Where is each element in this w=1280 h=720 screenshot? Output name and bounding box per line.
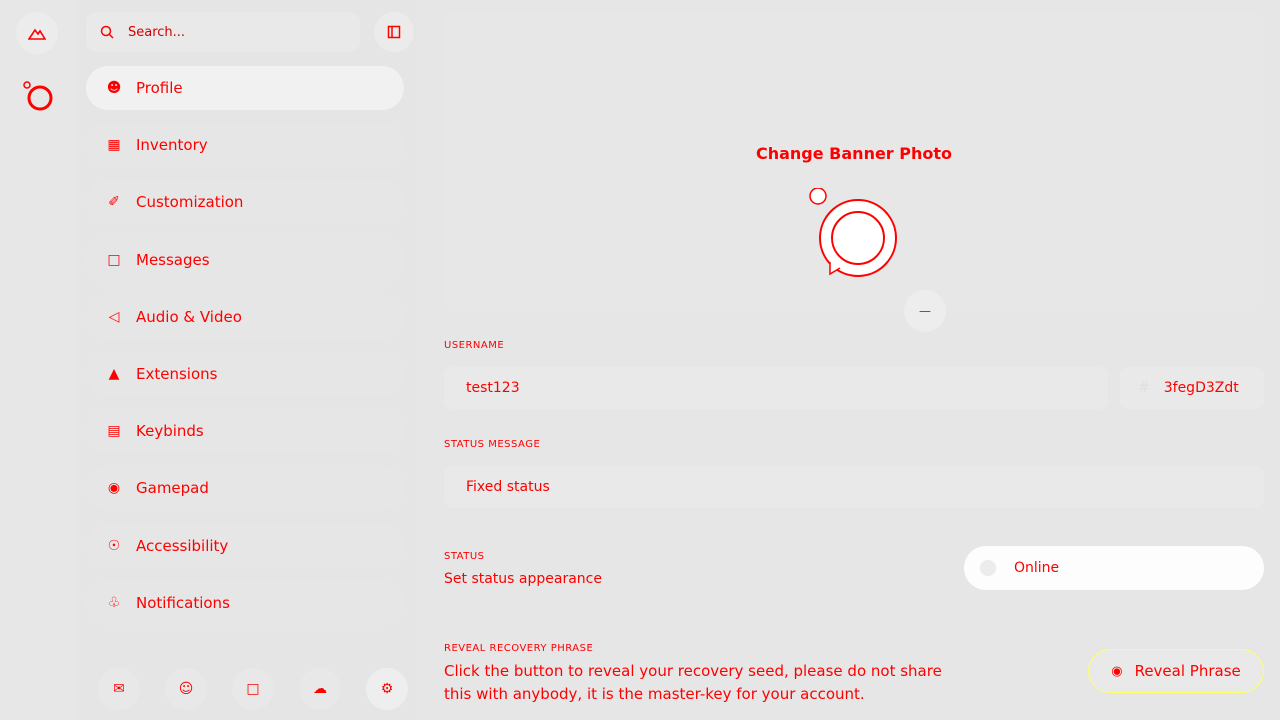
status-label: STATUS	[444, 551, 485, 562]
status-select[interactable]: Online	[964, 546, 1264, 590]
friends-button[interactable]: ☺	[165, 668, 207, 710]
users-icon: ☺	[178, 681, 194, 697]
sidebar-item-label: Messages	[136, 250, 210, 269]
sidebar-item-label: Accessibility	[136, 536, 229, 555]
paintbrush-icon: ✐	[108, 194, 120, 211]
keyboard-icon: ▤	[107, 423, 121, 440]
discriminator-field-wrap[interactable]: # 3fegD3Zdt	[1120, 367, 1264, 409]
reveal-phrase-button[interactable]: ◉ Reveal Phrase	[1088, 649, 1264, 693]
discriminator-value: 3fegD3Zdt	[1163, 380, 1239, 396]
mail-icon: ✉	[113, 681, 125, 697]
search-icon	[100, 25, 114, 39]
chat-button[interactable]: □	[232, 668, 274, 710]
sidebar-item-label: Gamepad	[136, 479, 209, 498]
sidebar-item-label: Keybinds	[136, 422, 204, 441]
username-field[interactable]	[464, 379, 1108, 397]
sidebar-footer: ✉ ☺ □ ☁ ⚙	[98, 668, 408, 710]
status-message-field-wrap[interactable]	[444, 466, 1264, 508]
sidebar-item-label: Customization	[136, 193, 244, 212]
profile-panel: Change Banner Photo — USERNAME # 3fegD3Z…	[416, 0, 1280, 720]
sidebar-item-extensions[interactable]: ▲ Extensions	[86, 351, 404, 396]
status-indicator-icon	[980, 560, 996, 576]
avatar-placeholder-icon	[809, 187, 897, 277]
edit-avatar-button[interactable]: —	[904, 290, 946, 332]
reveal-phrase-label: Reveal Phrase	[1134, 662, 1241, 680]
sidebar-toggle-button[interactable]	[374, 12, 414, 52]
edit-icon: —	[919, 304, 931, 318]
settings-sidebar: ☻ Profile ▦ Inventory ✐ Customization □ …	[76, 0, 416, 720]
username-label: USERNAME	[444, 340, 505, 351]
sidebar-item-profile[interactable]: ☻ Profile	[86, 66, 404, 110]
sidebar-icon	[387, 25, 401, 39]
mountain-icon	[28, 28, 46, 40]
hash-icon: #	[1138, 380, 1150, 396]
message-icon: □	[246, 681, 260, 697]
change-banner-label: Change Banner Photo	[755, 144, 953, 163]
logo-icon	[23, 81, 53, 111]
username-field-wrap[interactable]	[444, 367, 1108, 409]
sidebar-item-audio-video[interactable]: ◁ Audio & Video	[86, 294, 404, 339]
status-message-label: STATUS MESSAGE	[444, 439, 541, 450]
mail-button[interactable]: ✉	[98, 668, 140, 710]
recovery-description: Click the button to reveal your recovery…	[444, 662, 942, 703]
files-button[interactable]: ☁	[299, 668, 341, 710]
sidebar-item-label: Profile	[136, 79, 183, 97]
gamepad-icon: ◉	[107, 480, 121, 497]
user-icon: ☻	[106, 80, 122, 96]
files-icon: ☁	[313, 681, 327, 697]
avatar[interactable]	[806, 187, 902, 284]
sidebar-item-label: Extensions	[136, 364, 218, 383]
flask-icon: ▲	[108, 365, 120, 382]
bell-icon: ♧	[107, 594, 121, 611]
status-value: Online	[1014, 560, 1060, 576]
eye-icon: ◉	[1111, 663, 1123, 679]
sidebar-item-customization[interactable]: ✐ Customization	[86, 180, 404, 225]
settings-icon: ⚙	[380, 681, 394, 697]
app-logo[interactable]	[20, 78, 56, 114]
sidebar-item-inventory[interactable]: ▦ Inventory	[86, 123, 404, 168]
sidebar-item-keybinds[interactable]: ▤ Keybinds	[86, 409, 404, 454]
search-box[interactable]	[86, 12, 360, 52]
left-rail	[0, 0, 76, 720]
sidebar-item-label: Audio & Video	[136, 307, 242, 326]
status-message-input[interactable]	[464, 478, 1264, 496]
recovery-label: REVEAL RECOVERY PHRASE	[444, 643, 594, 654]
search-input[interactable]	[126, 23, 326, 41]
sidebar-item-label: Inventory	[136, 136, 208, 155]
speaker-icon: ◁	[108, 308, 120, 325]
sidebar-item-notifications[interactable]: ♧ Notifications	[86, 580, 404, 625]
chat-icon: □	[107, 251, 121, 268]
accessibility-icon: ☉	[107, 537, 121, 554]
settings-button[interactable]: ⚙	[366, 668, 408, 710]
marketplace-button[interactable]	[16, 12, 58, 54]
status-description: Set status appearance	[444, 571, 602, 587]
sidebar-item-accessibility[interactable]: ☉ Accessibility	[86, 523, 404, 568]
sidebar-item-messages[interactable]: □ Messages	[86, 237, 404, 282]
sidebar-item-label: Notifications	[136, 593, 230, 612]
sidebar-item-gamepad[interactable]: ◉ Gamepad	[86, 466, 404, 511]
settings-menu: ☻ Profile ▦ Inventory ✐ Customization □ …	[86, 66, 404, 638]
inventory-icon: ▦	[107, 137, 121, 154]
app-window: ☻ Profile ▦ Inventory ✐ Customization □ …	[0, 0, 1280, 720]
